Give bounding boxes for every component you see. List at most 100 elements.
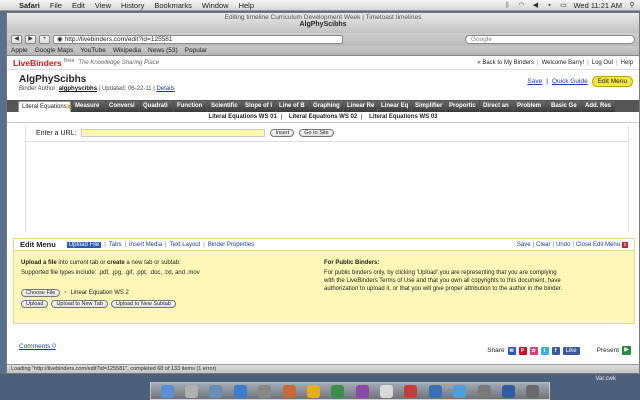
app-icon[interactable] [331,384,345,398]
back-button[interactable]: ◀ [11,35,22,44]
mail-icon[interactable] [209,384,223,398]
tab-basic-ge[interactable]: Basic Ge [548,101,581,112]
menu-edit[interactable]: Edit [67,1,90,10]
menu-help[interactable]: Help [234,1,259,10]
menu-app-safari[interactable]: Safari [14,1,45,10]
livebinders-logo[interactable]: LiveBinders Beta [13,58,74,68]
go-to-site-button[interactable]: Go to Site [299,129,334,137]
present-icon[interactable]: ▶ [622,346,631,355]
bookmark-youtube[interactable]: YouTube [80,47,106,54]
edit-save-link[interactable]: Save [517,242,531,248]
tab-direct-and[interactable]: Direct an [480,101,513,112]
binder-header: AlgPhyScibhs Binder Author: algphyscibhs… [7,70,639,100]
volume-icon[interactable]: ◀ [531,2,539,9]
choose-file-button[interactable]: Choose File [21,289,61,297]
bookmark-popular[interactable]: Popular [185,47,207,54]
tab-slope[interactable]: Slope of l [242,101,275,112]
email-icon[interactable]: ✉ [507,346,516,355]
tab-linear-re[interactable]: Linear Re [344,101,377,112]
insert-button[interactable]: Insert [270,129,295,137]
tab-conversion[interactable]: Conversi [106,101,139,112]
tab-arrow-icon[interactable]: ▶ [68,102,70,112]
tab-scientific[interactable]: Scientific [208,101,241,112]
menu-history[interactable]: History [116,1,149,10]
tab-graphing[interactable]: Graphing [310,101,343,112]
edit-clear-link[interactable]: Clear [536,242,550,248]
edit-menu-button[interactable]: Edit Menu [591,76,633,87]
trash-icon[interactable] [526,384,540,398]
add-bookmark-button[interactable]: + [39,35,50,44]
spotlight-icon[interactable]: ⚲ [628,2,636,9]
menu-window[interactable]: Window [197,1,234,10]
tab-literal-equations[interactable]: Literal Equations▶ [18,101,71,112]
app-icon[interactable] [404,384,418,398]
tabs-link[interactable]: Tabs [109,242,122,248]
app-icon[interactable] [477,384,491,398]
share-icon[interactable]: ✿ [529,346,538,355]
app-icon[interactable] [258,384,272,398]
tab-quadratic[interactable]: Quadrati [140,101,173,112]
upload-file-link[interactable]: Upload File [66,241,102,248]
upload-button[interactable]: Upload [21,300,49,308]
edit-undo-link[interactable]: Undo [556,242,570,248]
menu-file[interactable]: File [45,1,67,10]
app-icon[interactable] [453,384,467,398]
tab-linear-eq[interactable]: Linear Eq [378,101,411,112]
tab-simplifier[interactable]: Simplifier [412,101,445,112]
search-input[interactable]: Google [465,35,635,44]
details-link[interactable]: Details [156,86,174,92]
insert-media-link[interactable]: Insert Media [129,242,162,248]
pinterest-icon[interactable]: P [518,346,527,355]
save-link[interactable]: Save [527,78,542,85]
dashboard-icon[interactable] [185,384,199,398]
tab-proportion[interactable]: Proportic [446,101,479,112]
flag-icon[interactable]: ▪ [545,2,553,9]
bookmark-wikipedia[interactable]: Wikipedia [113,47,141,54]
present-label[interactable]: Present [597,347,619,354]
upload-new-tab-button[interactable]: Upload to New Tab [51,300,108,308]
subtab-ws-03[interactable]: Literal Equations WS 03 [365,114,441,120]
subtab-ws-02[interactable]: Literal Equations WS 02 [285,114,363,120]
logout-link[interactable]: Log Out [592,60,613,66]
app-icon[interactable] [380,384,394,398]
facebook-icon[interactable]: f [551,346,560,355]
forward-button[interactable]: ▶ [25,35,36,44]
tab-measure[interactable]: Measure [72,101,105,112]
safari-icon[interactable] [233,384,247,398]
twitter-icon[interactable]: t [540,346,549,355]
comments-link[interactable]: Comments 0 [19,343,56,350]
close-edit-menu-link[interactable]: Close Edit Menu [576,242,620,248]
subtab-ws-01[interactable]: Literal Equations WS 01 [204,114,282,120]
upload-new-subtab-button[interactable]: Upload to New Subtab [110,300,176,308]
bookmark-news[interactable]: News (53) [148,47,178,54]
close-icon[interactable]: x [622,241,628,248]
facebook-like-button[interactable]: Like [562,346,580,355]
app-icon[interactable] [355,384,369,398]
app-icon[interactable] [282,384,296,398]
menu-bookmarks[interactable]: Bookmarks [149,1,197,10]
tab-function[interactable]: Function [174,101,207,112]
tab-line-of-best-fit[interactable]: Line of B [276,101,309,112]
app-icon[interactable] [428,384,442,398]
app-icon[interactable] [501,384,515,398]
menu-view[interactable]: View [90,1,116,10]
desktop-file-label[interactable]: Var.cwk [595,376,616,382]
enter-url-input[interactable] [81,129,266,137]
tab-add-res[interactable]: Add. Res [582,101,615,112]
bookmark-google-maps[interactable]: Google Maps [35,47,74,54]
text-layout-link[interactable]: Text Layout [170,242,201,248]
bookmark-apple[interactable]: Apple [11,47,28,54]
back-to-binders-link[interactable]: « Back to My Binders [477,60,534,66]
quick-guide-link[interactable]: Quick Guide [552,78,588,85]
wifi-icon[interactable]: ◠ [517,2,525,9]
bluetooth-icon[interactable]: ᛒ [503,2,511,9]
app-icon[interactable] [306,384,320,398]
binder-author-link[interactable]: algphyscibhs [59,86,97,92]
tab-problem[interactable]: Problem [514,101,547,112]
finder-icon[interactable] [160,384,174,398]
menubar-clock[interactable]: Wed 11:21 AM [573,1,622,10]
help-link[interactable]: Help [621,60,633,66]
binder-properties-link[interactable]: Binder Properties [208,242,254,248]
battery-icon[interactable]: ▭ [559,2,567,9]
url-bar[interactable]: ◉ http://livebinders.com/edit?id=125581 [53,35,343,44]
